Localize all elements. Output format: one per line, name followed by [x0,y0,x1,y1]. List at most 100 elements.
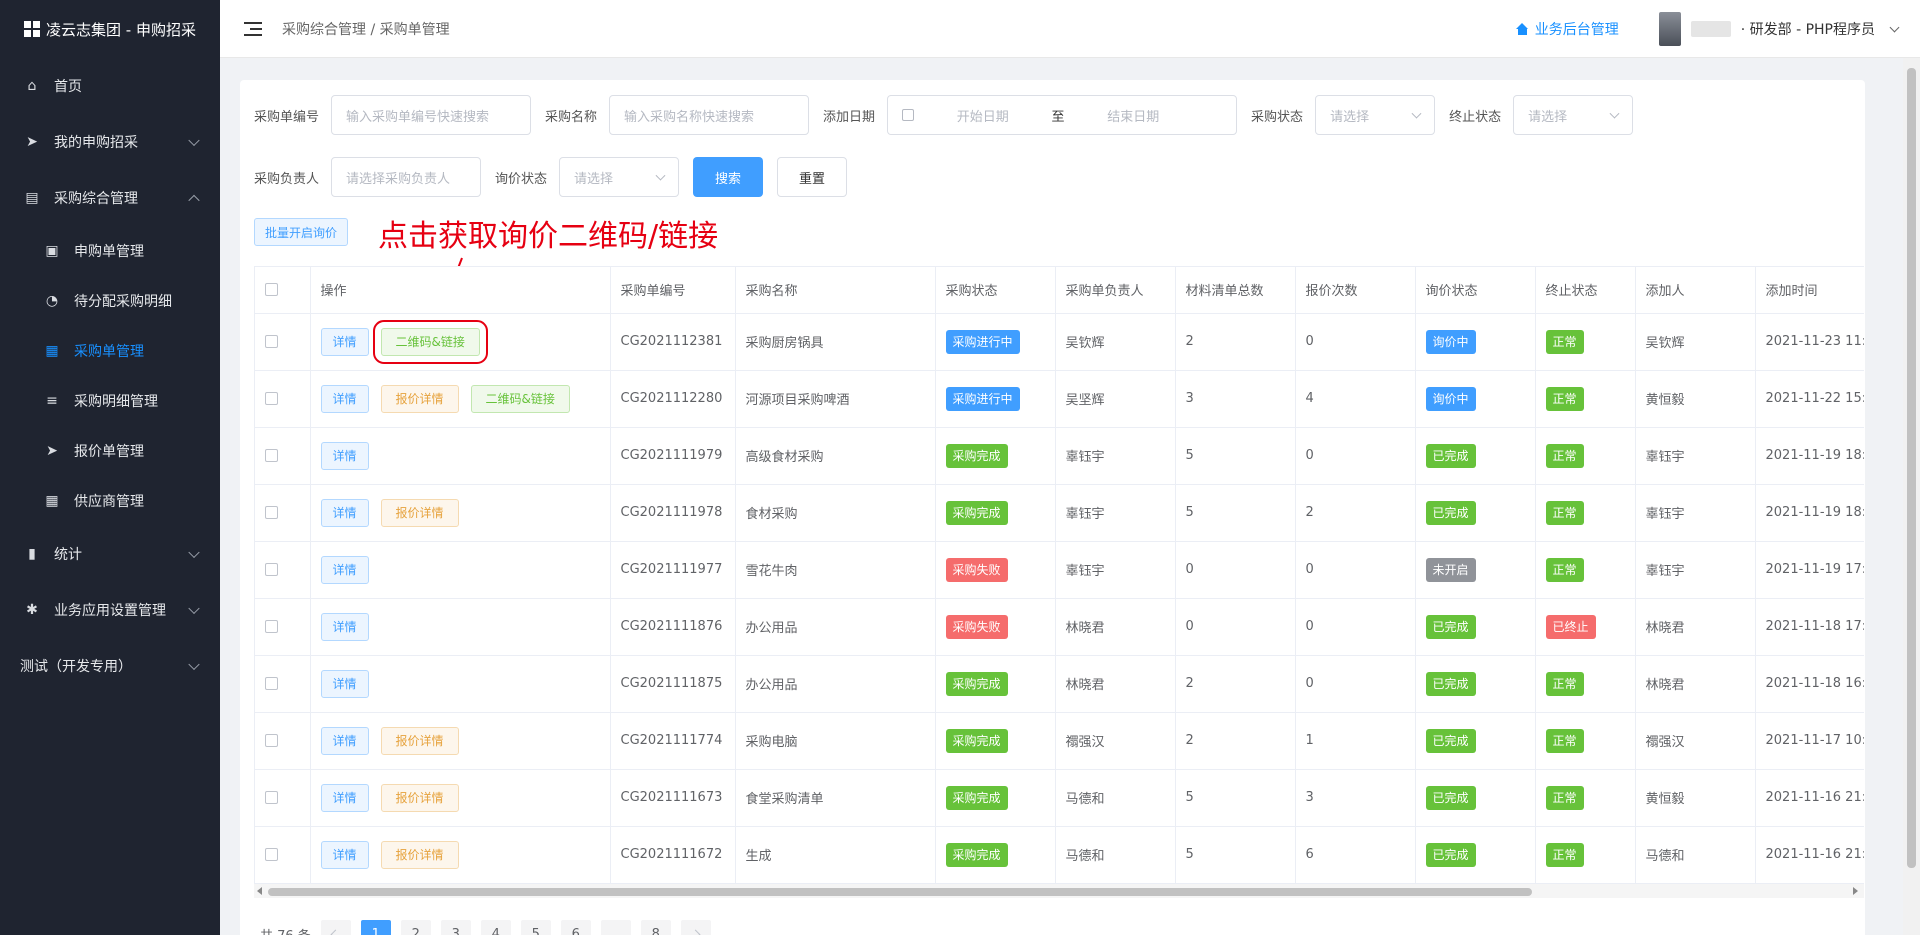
date-label: 添加日期 [823,109,876,125]
biz-backend-label: 业务后台管理 [1534,22,1619,38]
hamburger-icon[interactable] [244,18,262,40]
row-checkbox[interactable] [265,392,278,405]
detail-button[interactable]: 详情 [320,669,369,698]
quote-count-cell: 0 [1305,334,1314,349]
sidebar-item[interactable]: 测试（开发专用） [0,638,220,694]
sidebar-item[interactable]: ≡ 采购明细管理 [0,376,220,426]
detail-button[interactable]: 详情 [320,327,369,356]
next-page-button[interactable] [680,920,711,935]
detail-button[interactable]: 详情 [320,555,369,584]
scroll-left-icon[interactable] [257,887,262,895]
order-no-cell: CG2021111978 [620,505,723,520]
owner-cell: 辜钰宇 [1065,564,1105,579]
sidebar-item[interactable]: ➤ 报价单管理 [0,426,220,476]
row-checkbox[interactable] [265,335,278,348]
sidebar-item[interactable]: ▮ 统计 [0,526,220,582]
page-button[interactable]: 5 [520,920,551,935]
chevron-down-icon[interactable] [1889,22,1900,32]
terminate-badge: 正常 [1545,329,1584,354]
qr-link-button[interactable]: 二维码&链接 [470,384,570,413]
time-cell: 2021-11-16 21: [1765,790,1865,805]
detail-button[interactable]: 详情 [320,612,369,641]
page-button[interactable]: 3 [440,920,471,935]
page-button[interactable]: 8 [640,920,671,935]
row-checkbox[interactable] [265,791,278,804]
order-name-cell: 食材采购 [745,507,798,522]
table-row: 详情 报价详情 CG2021111672 生成 采购完成 马德和 5 6 已完成 正常 马德和 202… [255,826,1864,884]
scrollbar-thumb[interactable] [268,888,1532,896]
inquiry-select[interactable]: 请选择 [559,157,680,197]
sidebar-item[interactable]: ▦ 采购单管理 [0,326,220,376]
status-badge: 采购完成 [945,842,1008,867]
page-scrollbar[interactable] [1903,58,1920,935]
quote-count-cell: 0 [1305,676,1314,691]
scrollbar-thumb[interactable] [1907,68,1916,868]
detail-button[interactable]: 详情 [320,441,369,470]
page-button[interactable]: 4 [480,920,511,935]
search-button[interactable]: 搜索 [693,157,764,197]
prev-page-button[interactable] [320,920,351,935]
page-button[interactable]: 2 [400,920,431,935]
status-badge: 采购完成 [945,443,1008,468]
row-checkbox[interactable] [265,677,278,690]
quote-detail-button[interactable]: 报价详情 [380,726,459,755]
sidebar-item[interactable]: ▣ 申购单管理 [0,226,220,276]
reset-button[interactable]: 重置 [777,157,848,197]
terminate-badge: 已终止 [1545,614,1596,639]
status-label: 采购状态 [1251,109,1304,125]
row-checkbox[interactable] [265,734,278,747]
sidebar-item[interactable]: ▤ 采购综合管理 [0,170,220,226]
quote-detail-button[interactable]: 报价详情 [380,840,459,869]
quote-detail-button[interactable]: 报价详情 [380,384,459,413]
select-all-checkbox[interactable] [265,283,278,297]
page-button[interactable]: 1 [360,920,391,935]
col-header: 添加人 [1635,267,1756,314]
row-checkbox[interactable] [265,506,278,519]
inquiry-badge: 已完成 [1425,443,1476,468]
order-no-cell: CG2021111876 [620,619,723,634]
detail-button[interactable]: 详情 [320,384,369,413]
biz-backend-link[interactable]: 业务后台管理 [1515,19,1619,39]
sidebar-item[interactable]: ⌂ 首页 [0,58,220,114]
sidebar-item[interactable]: ➤ 我的申购招采 [0,114,220,170]
row-checkbox[interactable] [265,620,278,633]
avatar[interactable] [1658,12,1681,46]
brand-title: 凌云志集团 - 申购招采 [46,20,196,39]
batch-inquiry-button[interactable]: 批量开启询价 [254,218,349,246]
horizontal-scrollbar[interactable] [254,883,1864,898]
page-button[interactable]: 6 [560,920,591,935]
col-header: 终止状态 [1535,267,1636,314]
table-row: 详情 CG2021111876 办公用品 采购失败 林晓君 0 0 已完成 已终止 林晓君 2021… [255,598,1864,656]
quote-detail-button[interactable]: 报价详情 [380,783,459,812]
terminate-select[interactable]: 请选择 [1513,95,1634,135]
materials-count-cell: 2 [1185,676,1194,691]
row-checkbox[interactable] [265,449,278,462]
detail-button[interactable]: 详情 [320,840,369,869]
date-range-picker[interactable]: 开始日期 至 结束日期 [887,95,1238,135]
detail-button[interactable]: 详情 [320,726,369,755]
quote-detail-button[interactable]: 报价详情 [380,498,459,527]
inquiry-badge: 已完成 [1425,728,1476,753]
detail-button[interactable]: 详情 [320,498,369,527]
sidebar-item-label: 首页 [54,79,82,95]
status-select[interactable]: 请选择 [1315,95,1436,135]
row-checkbox[interactable] [265,563,278,576]
send-icon: ➤ [26,134,38,150]
page-button[interactable]: ... [600,920,631,935]
detail-button[interactable]: 详情 [320,783,369,812]
order-no-input[interactable]: 输入采购单编号快速搜索 [331,95,532,135]
sidebar-item-label: 待分配采购明细 [74,294,172,310]
sidebar-item[interactable]: ◔ 待分配采购明细 [0,276,220,326]
adder-cell: 马德和 [1645,849,1685,864]
owner-select[interactable]: 请选择采购负责人 [331,157,482,197]
sidebar-item[interactable]: ▦ 供应商管理 [0,476,220,526]
blurred-username [1690,21,1731,37]
qr-link-button[interactable]: 二维码&链接 [372,319,488,364]
main-card: 采购单编号 输入采购单编号快速搜索 采购名称 输入采购名称快速搜索 添加日期 开… [240,80,1865,935]
terminate-badge: 正常 [1545,785,1584,810]
scroll-right-icon[interactable] [1853,887,1858,895]
row-checkbox[interactable] [265,848,278,861]
sidebar-item[interactable]: ✱ 业务应用设置管理 [0,582,220,638]
user-dept[interactable]: · 研发部 - PHP程序员 [1741,19,1875,39]
name-input[interactable]: 输入采购名称快速搜索 [609,95,810,135]
